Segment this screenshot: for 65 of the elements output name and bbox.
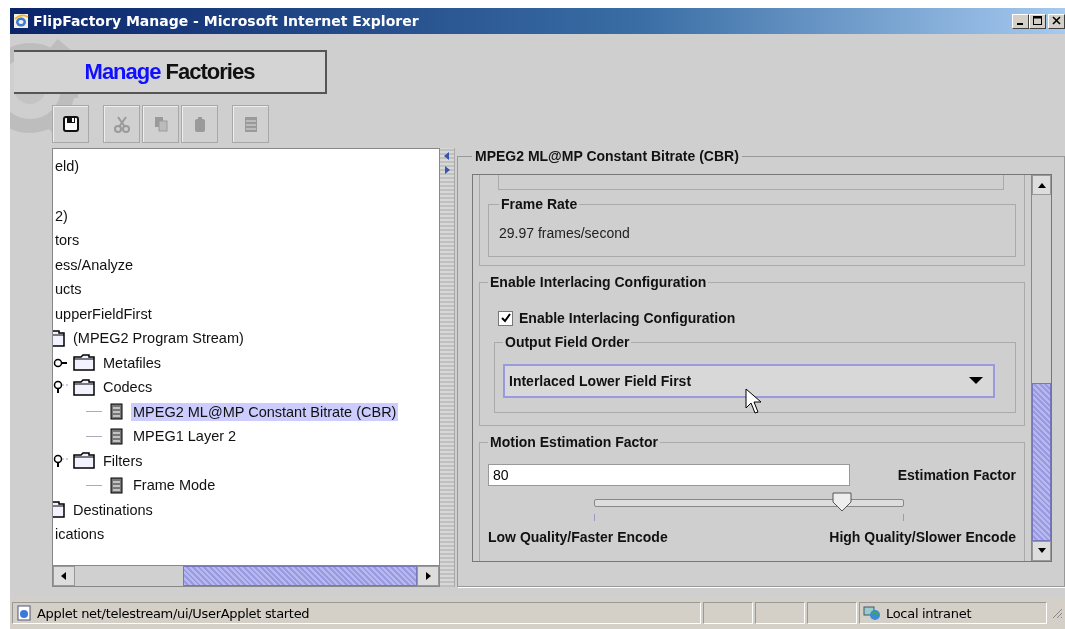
resize-grip-icon[interactable] (1051, 607, 1063, 619)
tree-item[interactable]: ications (53, 525, 107, 544)
tree-item[interactable]: ucts (53, 280, 84, 299)
folder-icon (73, 452, 95, 470)
browser-icon (13, 13, 29, 29)
group-title: Output Field Order (504, 334, 631, 350)
film-icon (110, 427, 123, 445)
panel-title: MPEG2 ML@MP Constant Bitrate (CBR) (474, 148, 740, 164)
group-title: Enable Interlacing Configuration (489, 274, 708, 290)
horizontal-scrollbar[interactable] (53, 565, 439, 586)
save-button[interactable] (52, 105, 89, 143)
tree-item[interactable]: (MPEG2 Program Stream) (71, 329, 246, 348)
scroll-left-icon (60, 571, 68, 581)
scroll-down-icon (1036, 547, 1047, 555)
vertical-scrollbar[interactable] (1031, 175, 1051, 561)
close-icon (1051, 16, 1062, 26)
maximize-icon (1032, 16, 1043, 26)
field-order-dropdown[interactable]: Interlaced Lower Field First (503, 364, 995, 398)
tree-item[interactable]: Filters (101, 451, 145, 470)
film-icon (110, 403, 123, 421)
window-title: FlipFactory Manage - Microsoft Internet Explorer (33, 13, 420, 29)
intranet-icon (863, 605, 881, 621)
banner-title: Manage Factories (84, 59, 255, 85)
minimize-button[interactable] (1012, 13, 1029, 29)
maximize-button[interactable] (1029, 13, 1046, 29)
minimize-icon (1016, 23, 1023, 25)
tree-item[interactable]: Frame Mode (131, 476, 218, 495)
status-text: Applet net/telestream/ui/UserApplet started (37, 605, 310, 621)
slider-max-label: High Quality/Slower Encode (829, 529, 1016, 545)
expanded-toggle-icon[interactable] (53, 453, 71, 468)
folder-icon (73, 378, 95, 396)
frame-rate-value: 29.97 frames/second (499, 225, 630, 241)
group-title: Motion Estimation Factor (489, 434, 659, 450)
scissors-icon (112, 115, 131, 133)
expanded-toggle-icon[interactable] (53, 380, 71, 395)
page-icon (16, 605, 32, 621)
status-pane (755, 602, 805, 624)
scroll-right-icon (424, 571, 432, 581)
splitter-handle[interactable] (440, 148, 455, 587)
film-icon (110, 476, 123, 494)
scroll-up-icon (1036, 181, 1047, 189)
tree-item[interactable]: upperFieldFirst (53, 304, 154, 323)
tree-item[interactable]: MPEG1 Layer 2 (131, 427, 239, 446)
security-zone: Local intranet (886, 605, 972, 621)
field-label: Estimation Factor (897, 467, 1016, 483)
folder-icon (73, 354, 95, 372)
tree-item[interactable]: tors (53, 231, 82, 250)
group-title: Frame Rate (500, 196, 579, 212)
tree-item[interactable]: MPEG2 ML@MP Constant Bitrate (CBR) (131, 402, 399, 421)
status-pane (807, 602, 857, 624)
checkbox-label[interactable]: Enable Interlacing Configuration (519, 310, 736, 326)
tree-item[interactable]: eld) (53, 157, 82, 176)
checkbox[interactable] (498, 310, 513, 326)
close-button[interactable] (1048, 13, 1065, 29)
tree-item[interactable]: Destinations (71, 500, 155, 519)
tree-item[interactable]: Metafiles (101, 353, 164, 372)
slider-track[interactable] (594, 499, 904, 507)
tree-item[interactable]: ess/Analyze (53, 255, 136, 274)
tree-item[interactable]: Codecs (101, 378, 155, 397)
status-pane (703, 602, 753, 624)
slider-thumb[interactable] (832, 492, 852, 512)
caret-icon (969, 377, 983, 385)
tree-item[interactable]: 2) (53, 206, 70, 225)
slider-min-label: Low Quality/Faster Encode (488, 529, 668, 545)
estimation-factor-field[interactable]: 80 (488, 464, 850, 486)
